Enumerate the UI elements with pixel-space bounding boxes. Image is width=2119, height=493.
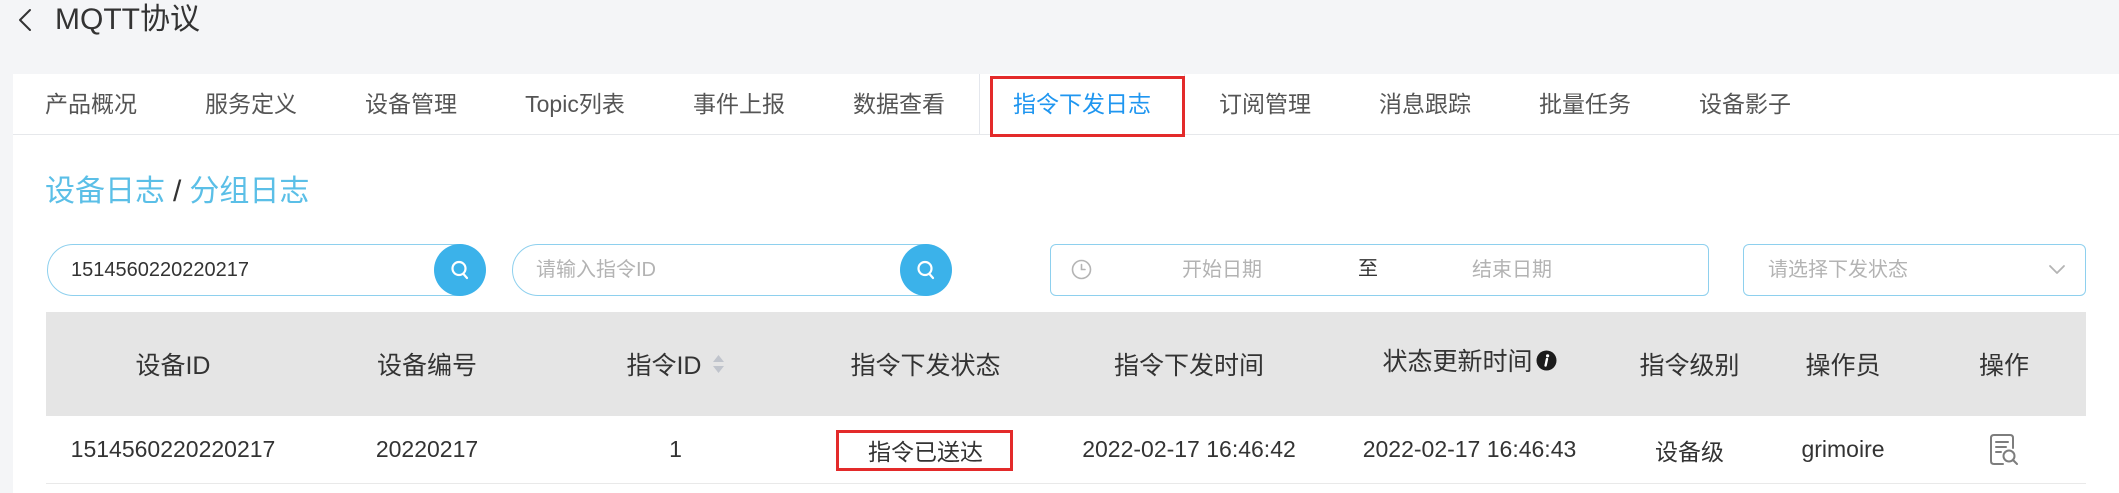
column-header-operator: 操作员: [1805, 352, 1881, 380]
chevron-down-icon: [2047, 259, 2067, 279]
column-label: 状态更新时间: [1382, 348, 1533, 376]
page-title: MQTT协议: [55, 3, 200, 36]
cell-actions: [1922, 416, 2086, 483]
command-id-search: [512, 243, 952, 296]
tab-message-trace[interactable]: 消息跟踪: [1345, 74, 1505, 134]
breadcrumb: 设备日志 / 分组日志: [45, 172, 309, 212]
breadcrumb-device-log[interactable]: 设备日志: [45, 175, 165, 208]
tab-service-definition[interactable]: 服务定义: [171, 74, 331, 134]
command-id-input[interactable]: [513, 245, 894, 295]
column-label: 指令ID: [626, 352, 702, 380]
column-header-device-id: 设备ID: [135, 352, 211, 380]
chevron-left-icon[interactable]: [17, 8, 35, 32]
tab-subscription-management[interactable]: 订阅管理: [1185, 74, 1345, 134]
tab-command-log[interactable]: 指令下发日志: [979, 74, 1185, 134]
tab-event-report[interactable]: 事件上报: [659, 74, 819, 134]
status-select[interactable]: [1743, 244, 2086, 296]
tab-device-management[interactable]: 设备管理: [331, 74, 491, 134]
cell-operator: grimoire: [1801, 436, 1885, 462]
command-log-table: 设备ID 设备编号 指令ID 指令下发状态 指令下发时间 状态更新时间 指令级别…: [46, 312, 2086, 484]
column-header-status: 指令下发状态: [850, 352, 1001, 380]
cell-command-id: 1: [669, 436, 682, 462]
table-header: 设备ID 设备编号 指令ID 指令下发状态 指令下发时间 状态更新时间 指令级别…: [46, 312, 2086, 416]
table-row: 1514560220220217 20220217 1 指令已送达 2022-0…: [46, 416, 2086, 484]
device-id-search-button[interactable]: [433, 243, 486, 296]
status-select-input[interactable]: [1744, 245, 2035, 295]
page-header: MQTT协议: [17, 0, 200, 40]
info-icon[interactable]: [1536, 350, 1557, 371]
cell-device-number: 20220217: [375, 436, 479, 462]
device-id-search: [47, 243, 486, 296]
breadcrumb-separator: /: [173, 175, 182, 208]
start-date-input[interactable]: [1110, 245, 1334, 295]
command-id-search-button[interactable]: [899, 243, 952, 296]
tab-data-view[interactable]: 数据查看: [819, 74, 979, 134]
cell-level: 设备级: [1655, 438, 1724, 465]
column-header-device-number: 设备编号: [376, 352, 477, 380]
column-header-updated-time: 状态更新时间: [1324, 312, 1615, 416]
column-header-command-id[interactable]: 指令ID: [554, 312, 797, 416]
tab-bar: 产品概况 服务定义 设备管理 Topic列表 事件上报 数据查看 指令下发日志 …: [13, 74, 2119, 135]
device-id-input[interactable]: [48, 245, 428, 295]
tab-device-shadow[interactable]: 设备影子: [1665, 74, 1825, 134]
tab-batch-tasks[interactable]: 批量任务: [1505, 74, 1665, 134]
clock-icon: [1071, 259, 1092, 280]
tab-list: 产品概况 服务定义 设备管理 Topic列表 事件上报 数据查看 指令下发日志 …: [11, 74, 1825, 134]
column-header-actions: 操作: [1978, 352, 2029, 380]
status-text: 指令已送达: [868, 438, 983, 465]
search-icon: [915, 259, 937, 281]
search-icon: [449, 259, 471, 281]
cell-sent-time: 2022-02-17 16:46:42: [1082, 436, 1296, 462]
column-header-level: 指令级别: [1639, 352, 1740, 380]
cell-status: 指令已送达: [797, 416, 1054, 483]
tab-topic-list[interactable]: Topic列表: [491, 74, 659, 134]
cell-updated-time: 2022-02-17 16:46:43: [1362, 436, 1577, 462]
date-range-picker[interactable]: 至: [1050, 244, 1709, 296]
breadcrumb-group-log[interactable]: 分组日志: [189, 175, 309, 208]
end-date-input[interactable]: [1400, 245, 1624, 295]
date-range-separator: 至: [1358, 258, 1378, 280]
column-header-sent-time: 指令下发时间: [1113, 352, 1264, 380]
sort-icon[interactable]: [712, 353, 725, 375]
view-detail-icon[interactable]: [1989, 433, 2019, 467]
tab-product-overview[interactable]: 产品概况: [11, 74, 171, 134]
cell-device-id: 1514560220220217: [70, 436, 276, 462]
